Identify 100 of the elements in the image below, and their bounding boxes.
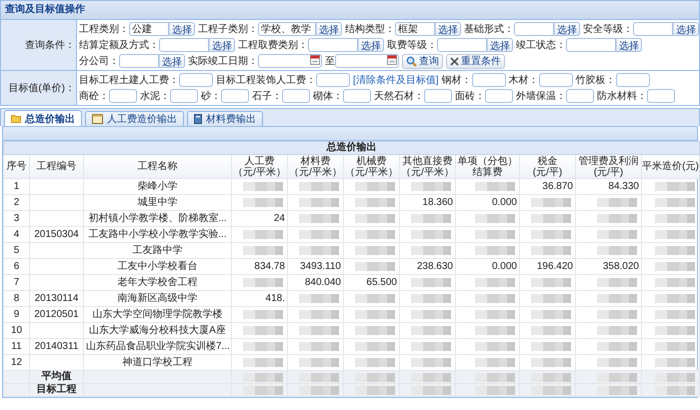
input-field[interactable]: 公建 bbox=[129, 22, 169, 36]
column-header: 工程名称 bbox=[84, 154, 232, 178]
input-field[interactable] bbox=[159, 38, 209, 52]
field-label: 水泥： bbox=[140, 90, 170, 103]
field-label: 目标工程土建人工费： bbox=[79, 74, 179, 87]
column-header: 机械费 （元/平米） bbox=[344, 154, 400, 178]
close-icon bbox=[450, 56, 459, 66]
input-field[interactable] bbox=[538, 73, 573, 87]
reset-button[interactable]: 重置条件 bbox=[446, 54, 505, 68]
input-field[interactable] bbox=[170, 89, 198, 103]
column-header: 管理费及利润 (元/平) bbox=[576, 154, 642, 178]
table-cell: 36.870 bbox=[520, 178, 576, 194]
table-cell: 2 bbox=[4, 194, 30, 210]
input-field[interactable] bbox=[514, 22, 554, 36]
field-label: 木材： bbox=[508, 74, 539, 87]
table-cell: 20130114 bbox=[30, 290, 84, 306]
input-field[interactable] bbox=[109, 89, 137, 103]
tab[interactable]: 材料费输出 bbox=[187, 111, 263, 126]
input-field[interactable] bbox=[179, 73, 213, 87]
column-header: 人工费 （元/平米） bbox=[232, 154, 288, 178]
table-cell: 1 bbox=[4, 178, 30, 194]
field-label: 取费等级： bbox=[387, 38, 437, 52]
input-field[interactable] bbox=[424, 89, 452, 103]
column-header: 序号 bbox=[4, 154, 30, 178]
table-cell: 0.000 bbox=[456, 194, 520, 210]
search-button[interactable]: 查询 bbox=[402, 54, 443, 68]
table-cell: 工友中小学校看台 bbox=[84, 258, 232, 274]
field-label: 砂： bbox=[201, 90, 221, 103]
table-cell: 山东大学空间物理学院教学楼 bbox=[84, 306, 232, 322]
input-field[interactable] bbox=[343, 89, 371, 103]
input-field[interactable] bbox=[566, 38, 616, 52]
column-header: 工程编号 bbox=[30, 154, 84, 178]
table-cell: 柴峰小学 bbox=[84, 178, 232, 194]
choose-button[interactable]: 选择 bbox=[554, 22, 580, 36]
field-label: 防水材料： bbox=[597, 90, 647, 103]
input-field[interactable] bbox=[437, 38, 487, 52]
field-label: 工程子类别： bbox=[198, 22, 258, 36]
table-cell: 11 bbox=[4, 338, 30, 354]
calendar-icon[interactable] bbox=[310, 55, 320, 65]
choose-button[interactable]: 选择 bbox=[209, 38, 235, 52]
choose-button[interactable]: 选择 bbox=[435, 22, 461, 36]
field-label: 面砖： bbox=[455, 90, 485, 103]
table-cell: 山东药品食品职业学院实训楼7... bbox=[84, 338, 232, 354]
choose-button[interactable]: 选择 bbox=[358, 38, 384, 52]
tab[interactable]: 总造价输出 bbox=[4, 110, 82, 126]
field-label: 目标工程装饰人工费： bbox=[216, 74, 316, 87]
table-cell: 20120501 bbox=[30, 306, 84, 322]
input-field[interactable] bbox=[633, 22, 673, 36]
table-cell: 3 bbox=[4, 210, 30, 226]
table-cell: 10 bbox=[4, 322, 30, 338]
choose-button[interactable]: 选择 bbox=[616, 38, 642, 52]
column-header: 材料费 （元/平米） bbox=[288, 154, 344, 178]
table-cell: 南海新区高级中学 bbox=[84, 290, 232, 306]
input-field[interactable] bbox=[566, 89, 594, 103]
input-field[interactable]: 学校、教学 bbox=[258, 22, 316, 36]
field-label: 工程取费类别： bbox=[238, 38, 308, 52]
input-field[interactable]: 框架 bbox=[395, 22, 435, 36]
field-label: 至 bbox=[325, 55, 335, 68]
field-label: 分公司： bbox=[79, 55, 119, 68]
table-cell: 12 bbox=[4, 354, 30, 370]
input-field[interactable] bbox=[316, 73, 350, 87]
table-cell: 840.040 bbox=[288, 274, 344, 290]
table-cell: 238.630 bbox=[400, 258, 456, 274]
input-field[interactable] bbox=[308, 38, 358, 52]
table-cell: 城里中学 bbox=[84, 194, 232, 210]
table-cell: 418. bbox=[232, 290, 288, 306]
field-label: 钢材： bbox=[442, 74, 472, 87]
field-label: 天然石材： bbox=[374, 90, 424, 103]
table-cell: 65.500 bbox=[344, 274, 400, 290]
input-field[interactable] bbox=[119, 54, 159, 68]
tab[interactable]: 人工费造价输出 bbox=[85, 111, 184, 126]
input-field[interactable] bbox=[472, 73, 506, 87]
choose-button[interactable]: 选择 bbox=[316, 22, 342, 36]
table-cell: 84.330 bbox=[576, 178, 642, 194]
table-cell: 山东大学威海分校科技大厦A座 bbox=[84, 322, 232, 338]
choose-button[interactable]: 选择 bbox=[169, 22, 195, 36]
field-label: 外墙保温： bbox=[516, 90, 566, 103]
panel-title: 查询及目标值操作 bbox=[1, 1, 699, 20]
table-cell: 0.000 bbox=[456, 258, 520, 274]
choose-button[interactable]: 选择 bbox=[159, 54, 185, 68]
field-label: 结算定额及方式： bbox=[79, 38, 159, 52]
input-field[interactable] bbox=[616, 73, 650, 87]
input-field[interactable] bbox=[282, 89, 310, 103]
field-label: 基础形式： bbox=[464, 22, 514, 36]
choose-button[interactable]: 选择 bbox=[673, 22, 699, 36]
choose-button[interactable]: 选择 bbox=[487, 38, 513, 52]
table-cell: 平均值 bbox=[30, 370, 84, 384]
table-cell: 20140311 bbox=[30, 338, 84, 354]
table-cell: 工友路中学 bbox=[84, 242, 232, 258]
table-cell: 20150304 bbox=[30, 226, 84, 242]
table-caption: 总造价输出 bbox=[326, 142, 376, 153]
clear-link[interactable]: [清除条件及目标值] bbox=[353, 73, 439, 87]
table-cell: 24 bbox=[232, 210, 288, 226]
calendar-icon[interactable] bbox=[387, 55, 397, 65]
table-cell: 9 bbox=[4, 306, 30, 322]
table-cell: 7 bbox=[4, 274, 30, 290]
field-label: 工程类别： bbox=[79, 22, 129, 36]
input-field[interactable] bbox=[485, 89, 513, 103]
input-field[interactable] bbox=[647, 89, 675, 103]
input-field[interactable] bbox=[221, 89, 249, 103]
